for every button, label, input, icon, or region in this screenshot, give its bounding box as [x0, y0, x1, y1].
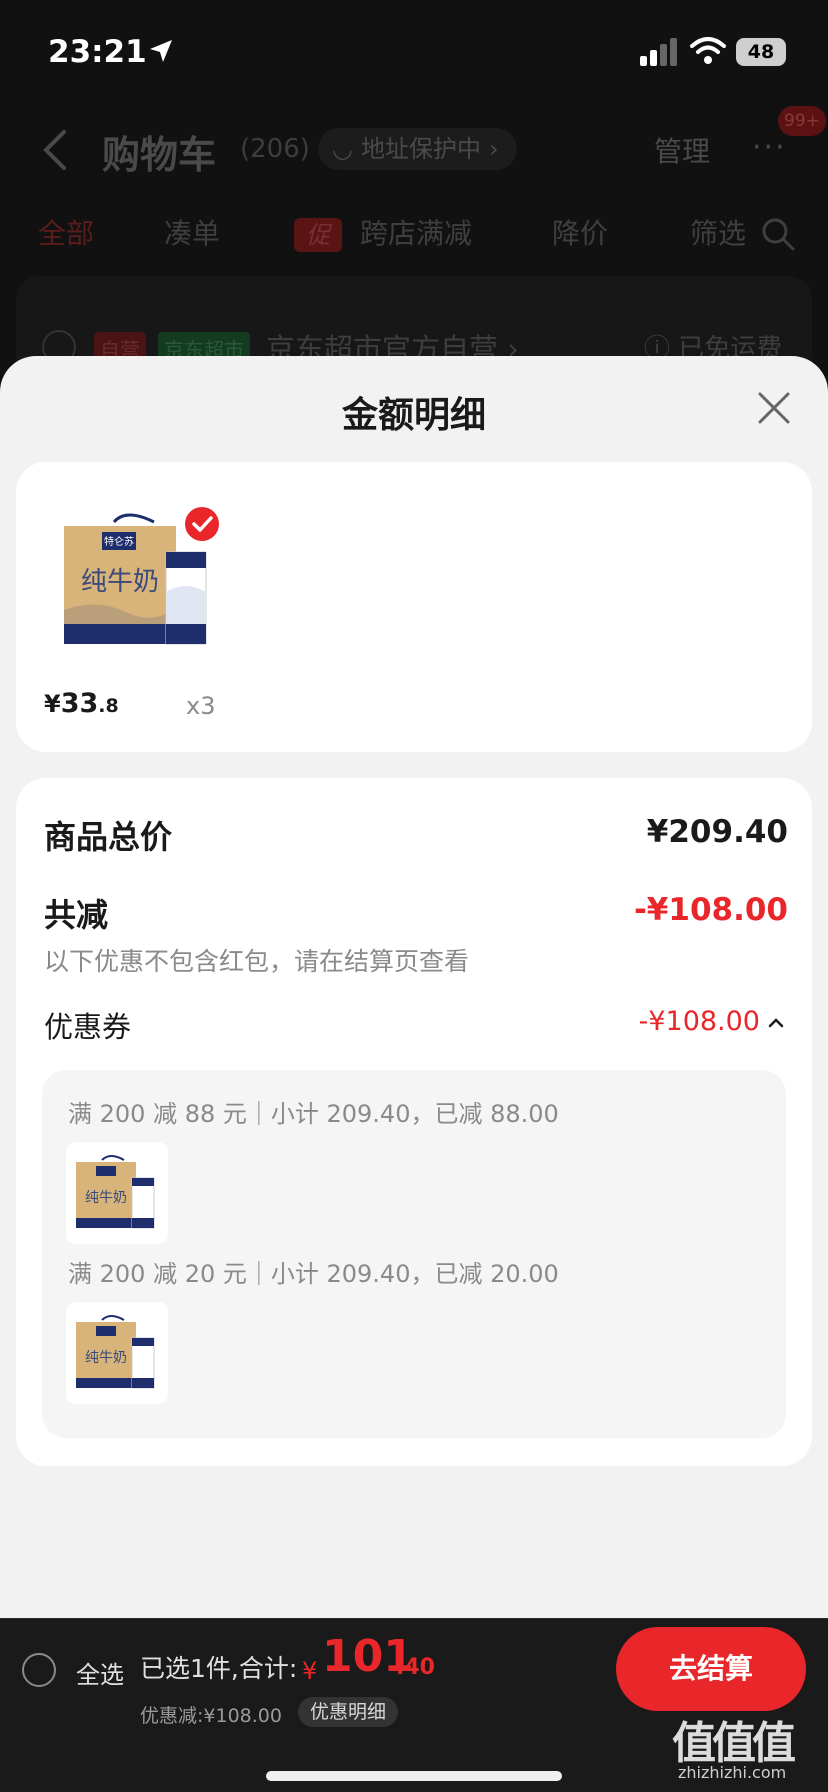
message-badge: 99+ [778, 106, 826, 136]
eye-closed-icon: ◡ [332, 135, 353, 163]
cart-filter-tabs: 全部 凑单 促 跨店满减 降价 筛选 [0, 212, 828, 262]
tab-cou-dan[interactable]: 凑单 [164, 212, 220, 252]
watermark-url: zhizhizhi.com [678, 1763, 787, 1782]
tab-price-drop[interactable]: 降价 [552, 212, 608, 252]
total-currency: ¥ [302, 1657, 318, 1685]
back-icon[interactable] [40, 128, 70, 172]
watermark-logo: 值值值 [672, 1718, 796, 1769]
tab-cross-store[interactable]: 跨店满减 [360, 212, 472, 252]
milk-box-thumbnail-image: 纯牛奶 [76, 1315, 155, 1389]
address-protect-label: 地址保护中 [360, 135, 481, 163]
svg-text:纯牛奶: 纯牛奶 [85, 1190, 127, 1206]
amount-detail-sheet: 金额明细 特仑苏 纯牛奶 ¥33.8 x3 商品总价 ¥209.40 共减 -¥… [0, 356, 828, 1618]
site-watermark: 值值值 zhizhizhi.com [672, 1707, 822, 1787]
search-icon[interactable] [760, 216, 796, 252]
coupon-rule: 满 200 减 88 元｜小计 209.40，已减 88.00 [68, 1100, 559, 1128]
checked-icon[interactable] [184, 506, 220, 542]
select-all-label[interactable]: 全选 [76, 1655, 124, 1690]
coupon-rule: 满 200 减 20 元｜小计 209.40，已减 20.00 [68, 1260, 559, 1288]
discount-detail-button[interactable]: 优惠明细 [298, 1697, 399, 1727]
price-decimal: .8 [98, 695, 119, 717]
amount-detail-card: 商品总价 ¥209.40 共减 -¥108.00 以下优惠不包含红包，请在结算页… [16, 778, 812, 1466]
close-icon[interactable] [756, 390, 792, 426]
box-brand-text: 特仑苏 [104, 535, 134, 548]
location-arrow-icon [150, 40, 172, 62]
total-decimal: .40 [396, 1655, 435, 1680]
cart-count: (206) [240, 134, 310, 164]
svg-text:纯牛奶: 纯牛奶 [85, 1350, 127, 1366]
sheet-title: 金额明细 [341, 395, 486, 436]
coupon-product-thumbnail: 纯牛奶 [66, 1142, 168, 1244]
top-nav: 购物车 (206) ◡ 地址保护中 › 管理 ··· 99+ [0, 106, 828, 188]
product-price: ¥33.8 [44, 688, 119, 719]
cellular-signal-icon [640, 38, 677, 66]
price-integer: 33 [60, 688, 99, 719]
chevron-right-icon: › [488, 135, 499, 163]
box-product-text: 纯牛奶 [81, 567, 159, 597]
tab-all[interactable]: 全部 [38, 212, 94, 252]
milk-box-thumbnail-image: 纯牛奶 [76, 1155, 155, 1229]
discount-summary: 优惠减:¥108.00 [140, 1705, 282, 1727]
product-quantity: x3 [186, 692, 216, 720]
home-indicator[interactable] [266, 1771, 562, 1781]
selected-summary: 已选1件,合计: [140, 1654, 298, 1683]
total-price-label: 商品总价 [44, 818, 173, 856]
reduce-note: 以下优惠不包含红包，请在结算页查看 [44, 947, 470, 976]
promo-tag: 促 [294, 218, 342, 252]
coupon-detail-box: 满 200 减 88 元｜小计 209.40，已减 88.00 纯牛奶 满 20… [42, 1070, 786, 1438]
manage-button[interactable]: 管理 [654, 130, 710, 170]
chevron-up-icon[interactable] [768, 1018, 784, 1028]
page-title: 购物车 [102, 133, 217, 177]
product-card: 特仑苏 纯牛奶 ¥33.8 x3 [16, 462, 812, 752]
coupon-product-thumbnail: 纯牛奶 [66, 1302, 168, 1404]
price-currency: ¥ [44, 690, 61, 718]
status-time: 23:21 [48, 34, 147, 70]
checkout-bar: 全选 已选1件,合计: ¥ 101 .40 优惠减:¥108.00 优惠明细 去… [0, 1618, 828, 1792]
battery-icon: 48 [736, 38, 786, 66]
coupon-value[interactable]: -¥108.00 [639, 1006, 760, 1037]
select-all-radio[interactable] [22, 1653, 56, 1687]
screen: 23:21 48 购物车 (206) ◡ 地址保护中 › 管理 ··· 99+ … [0, 0, 828, 1792]
total-price-value: ¥209.40 [646, 814, 788, 850]
total-reduce-label: 共减 [44, 896, 109, 934]
total-reduce-value: -¥108.00 [633, 892, 788, 928]
status-bar: 23:21 48 [0, 0, 828, 100]
checkout-button[interactable]: 去结算 [616, 1627, 806, 1711]
wifi-icon [690, 37, 726, 64]
more-icon[interactable]: ··· [752, 130, 787, 165]
tab-filter[interactable]: 筛选 [690, 212, 746, 252]
address-protect-pill[interactable]: ◡ 地址保护中 › [318, 128, 517, 170]
coupon-label: 优惠券 [44, 1010, 132, 1044]
